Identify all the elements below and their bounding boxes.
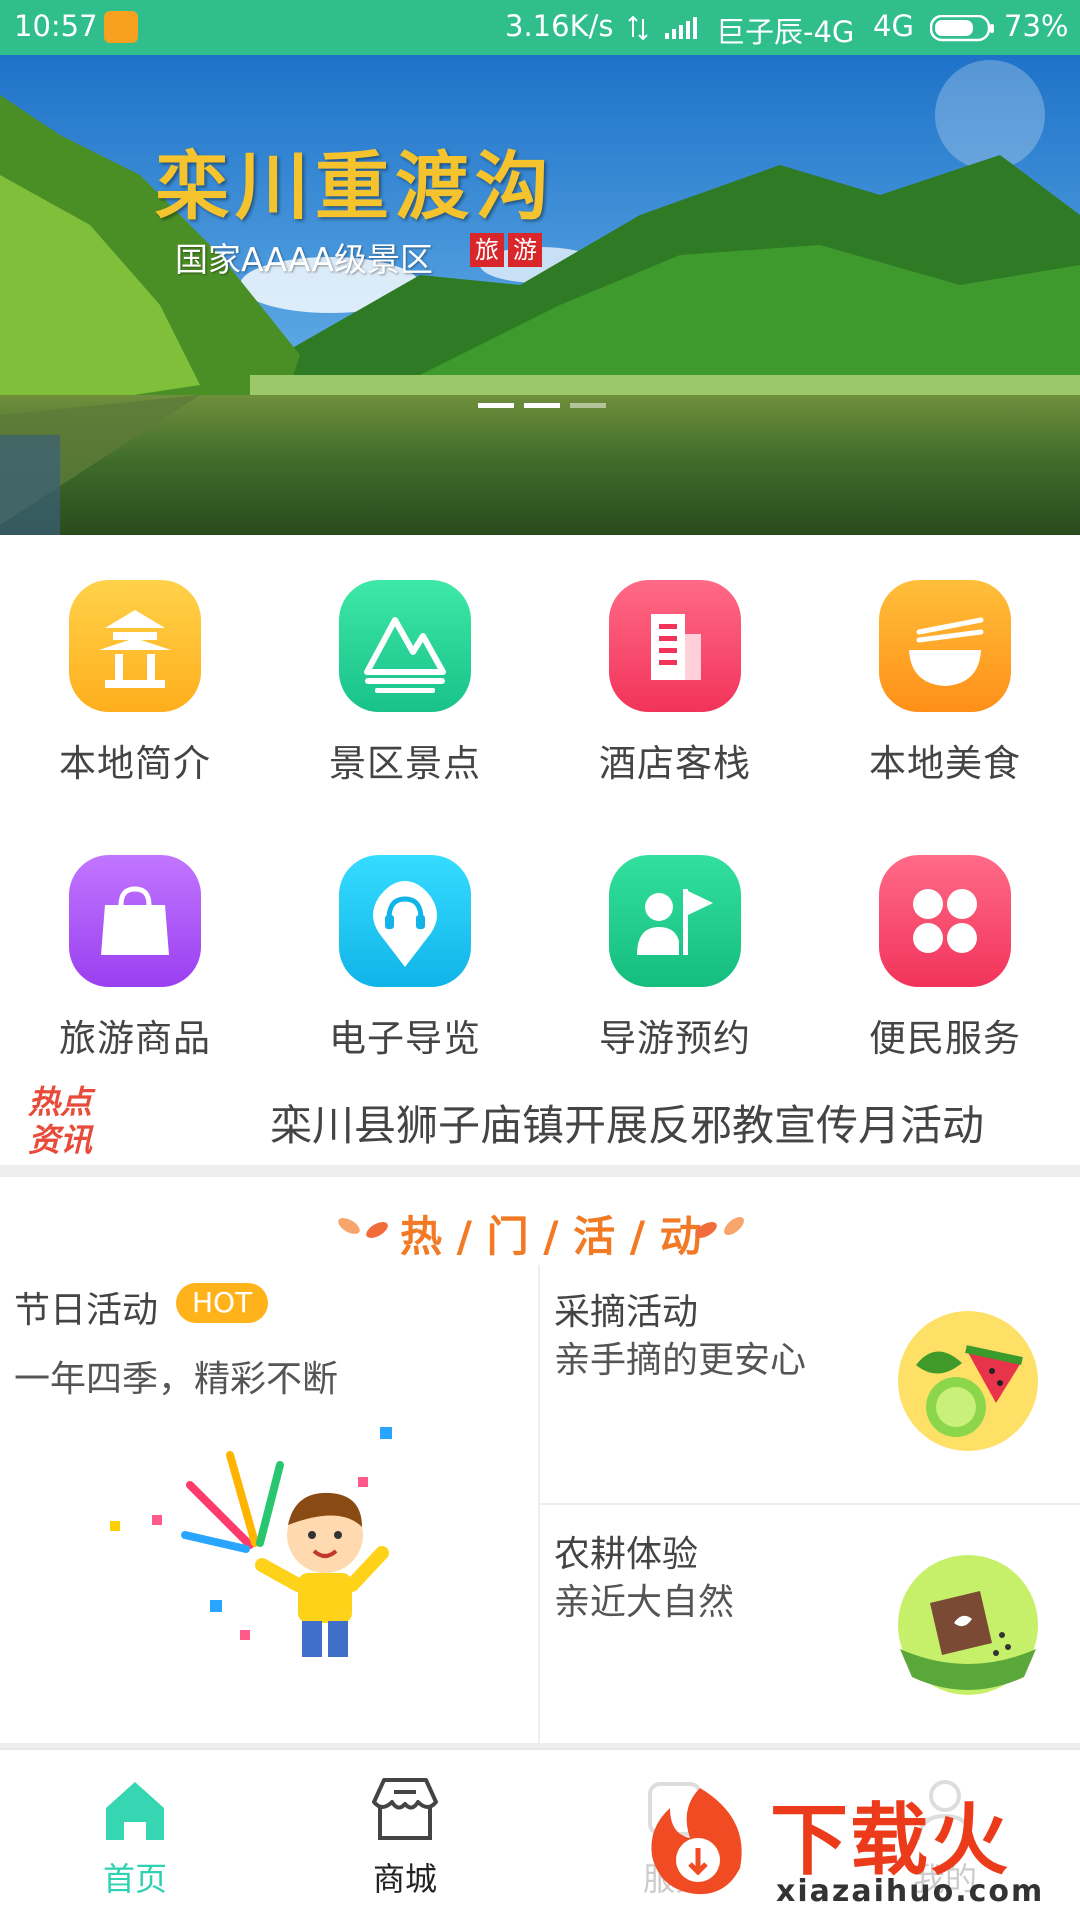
fruit-icon: [896, 1309, 1040, 1457]
hot-news-badge-line: 热点: [28, 1083, 93, 1121]
tab-store[interactable]: 商城: [330, 1774, 480, 1900]
leaf-decoration-icon: [688, 1207, 748, 1256]
pavilion-icon: [69, 580, 201, 712]
card-title: 采摘活动: [554, 1292, 699, 1333]
battery-icon: [929, 14, 996, 50]
status-bar: 10:57 3.16K/s 巨子辰-4G 4G 73%: [0, 0, 1080, 55]
guide-flag-icon: [609, 855, 741, 987]
hot-news-badge: 热点 资讯: [28, 1083, 108, 1161]
mountain-icon: [339, 580, 471, 712]
grid-item-local-intro[interactable]: 本地简介: [0, 580, 270, 810]
grid-item-label: 电子导览: [329, 1017, 481, 1060]
card-subtitle: 亲近大自然: [554, 1582, 735, 1623]
news-ticker[interactable]: 热点 资讯 栾川县狮子庙镇开展反邪教宣传月活动: [0, 1075, 1080, 1165]
grid-item-label: 景区景点: [329, 742, 481, 785]
section-divider: [0, 1165, 1080, 1177]
status-time: 10:57: [14, 9, 98, 43]
farming-activity-card[interactable]: 农耕体验 亲近大自然: [540, 1505, 1080, 1743]
tab-home[interactable]: 首页: [60, 1774, 210, 1900]
grid-item-travel-goods[interactable]: 旅游商品: [0, 855, 270, 1085]
data-arrows-icon: [627, 14, 649, 48]
grid-item-label: 导游预约: [599, 1017, 751, 1060]
leaf-decoration-icon: [335, 1207, 395, 1256]
grid-item-label: 本地简介: [59, 742, 211, 785]
banner-carousel[interactable]: 栾川重渡沟 国家AAAA级景区 旅 游: [0, 55, 1080, 535]
picking-activity-card[interactable]: 采摘活动 亲手摘的更安心: [540, 1265, 1080, 1503]
news-headline[interactable]: 栾川县狮子庙镇开展反邪教宣传月活动: [270, 1092, 984, 1153]
store-icon: [372, 1778, 438, 1840]
seed-bag-icon: [896, 1553, 1040, 1701]
hot-activities-title: 热 / 门 / 活 / 动: [0, 1195, 1080, 1265]
card-subtitle: 一年四季，精彩不断: [14, 1359, 339, 1400]
grid-item-local-food[interactable]: 本地美食: [810, 580, 1080, 810]
grid-item-guide-booking[interactable]: 导游预约: [540, 855, 810, 1085]
grid-item-convenience-services[interactable]: 便民服务: [810, 855, 1080, 1085]
signal-icon: [665, 14, 701, 48]
building-icon: [609, 580, 741, 712]
status-carrier: 巨子辰-4G: [716, 15, 855, 49]
banner-tag: 旅: [470, 233, 504, 267]
banner-subtitle: 国家AAAA级景区: [175, 240, 434, 279]
tab-label: 首页: [102, 1860, 167, 1898]
watermark: 下载火 xiazaihuo.com: [640, 1778, 1080, 1918]
card-subtitle: 亲手摘的更安心: [554, 1340, 807, 1381]
grid-item-label: 便民服务: [869, 1017, 1021, 1060]
grid-item-scenic-spots[interactable]: 景区景点: [270, 580, 540, 810]
grid-item-hotels[interactable]: 酒店客栈: [540, 580, 810, 810]
flame-logo-icon: [651, 1788, 742, 1895]
hot-badge: HOT: [176, 1283, 269, 1323]
banner-title: 栾川重渡沟: [155, 144, 555, 230]
card-title: 农耕体验: [554, 1534, 699, 1575]
banner-tag: 游: [508, 233, 542, 267]
grid-item-label: 旅游商品: [59, 1017, 211, 1060]
hot-activities-title-text: 热 / 门 / 活 / 动: [400, 1212, 702, 1261]
hot-news-badge-line: 资讯: [28, 1121, 93, 1159]
watermark-url: xiazaihuo.com: [776, 1874, 1045, 1909]
bowl-icon: [879, 580, 1011, 712]
tab-label: 商城: [372, 1860, 437, 1898]
status-battery: 73%: [1004, 9, 1069, 43]
festival-activity-card[interactable]: 节日活动 HOT 一年四季，精彩不断: [0, 1265, 538, 1743]
bottom-tab-bar: 首页 商城 服务 我的 下载火 xiazaihuo.com: [0, 1748, 1080, 1922]
card-title: 节日活动: [14, 1290, 159, 1331]
grid-item-label: 本地美食: [869, 742, 1021, 785]
audio-guide-pin-icon: [339, 855, 471, 987]
clover-icon: [879, 855, 1011, 987]
home-icon: [106, 1782, 164, 1840]
status-net-speed: 3.16K/s: [505, 9, 614, 43]
status-network: 4G: [873, 9, 914, 43]
uc-browser-icon: [104, 11, 138, 43]
grid-item-label: 酒店客栈: [599, 742, 751, 785]
shopping-bag-icon: [69, 855, 201, 987]
grid-item-audio-guide[interactable]: 电子导览: [270, 855, 540, 1085]
cartoon-boy-illustration: [90, 1425, 450, 1669]
